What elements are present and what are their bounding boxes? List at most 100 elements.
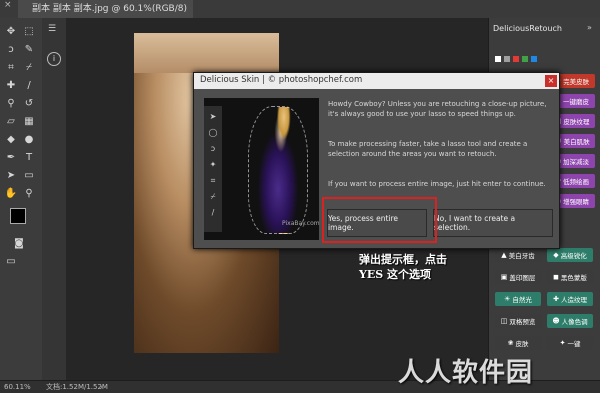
example-eyedropper-icon: ⌿ (210, 192, 216, 201)
retouch-grid-label: 一键 (567, 340, 581, 348)
blur-tool-icon[interactable]: ◆ (4, 132, 18, 146)
sun-icon: ☀ (504, 295, 511, 303)
pen-tool-icon[interactable]: ✒ (4, 150, 18, 164)
retouch-button-label: 美白肌肤 (563, 138, 590, 146)
example-lasso-icon: ↄ (210, 144, 216, 153)
annotation-line-1: 弹出提示框，点击 (359, 253, 447, 266)
example-crop-icon: ⌗ (210, 176, 216, 185)
dodge-tool-icon[interactable]: ● (22, 132, 36, 146)
dialog-titlebar: Delicious Skin | © photoshopchef.com × (194, 73, 559, 89)
retouch-button-label: 增强眼睛 (563, 198, 590, 206)
info-icon[interactable]: i (47, 52, 61, 66)
zoom-tool-icon[interactable]: ⚲ (22, 186, 36, 200)
document-tab[interactable]: 副本 副本 副本.jpg @ 60.1%(RGB/8) (18, 0, 194, 18)
retouch-grid-label: 皮肤 (515, 340, 529, 348)
swatch-green[interactable] (522, 56, 528, 62)
swatch-row (495, 56, 537, 62)
retouch-grid-label: 黑色蒙版 (560, 274, 587, 282)
quick-select-tool-icon[interactable]: ✎ (22, 42, 36, 56)
dialog-close-button[interactable]: × (545, 75, 557, 87)
document-tab-bar: × 副本 副本 副本.jpg @ 60.1%(RGB/8) (0, 0, 600, 19)
swatch-red[interactable] (513, 56, 519, 62)
stamp-icon: ▣ (500, 273, 508, 281)
retouch-grid-label: 自然光 (512, 296, 532, 304)
sharpen-icon: ◆ (553, 251, 559, 259)
screen-mode-icon[interactable]: ▭ (4, 254, 18, 268)
image-credit: PixaBay.com (282, 220, 320, 227)
skin-icon: ❀ (507, 339, 514, 347)
retouch-grid-button[interactable]: ▲ 美白牙齿 (495, 248, 541, 262)
retouch-grid-button[interactable]: ☻ 人像色调 (547, 314, 593, 328)
retouch-grid-label: 高级锐化 (560, 252, 587, 260)
example-brush-icon: / (211, 208, 215, 217)
retouch-grid-button[interactable]: ✦ 一键 (547, 336, 593, 350)
brush-tool-icon[interactable]: / (22, 78, 36, 92)
panel-title: DeliciousRetouch (493, 24, 562, 33)
type-tool-icon[interactable]: T (22, 150, 36, 164)
marquee-tool-icon[interactable]: ⬚ (22, 24, 36, 38)
dialog-paragraph-2: To make processing faster, take a lasso … (328, 140, 528, 158)
retouch-grid-button[interactable]: ◫ 双格预览 (495, 314, 541, 328)
clone-stamp-tool-icon[interactable]: ⚲ (4, 96, 18, 110)
retouch-grid-button[interactable]: ✚ 人造纹理 (547, 292, 593, 306)
document-size: 文档:1.52M/1.52M (46, 383, 108, 391)
history-brush-tool-icon[interactable]: ↺ (22, 96, 36, 110)
swatch-white[interactable] (495, 56, 501, 62)
retouch-grid-label: 盖印图层 (509, 274, 536, 282)
eraser-tool-icon[interactable]: ▱ (4, 114, 18, 128)
panel-collapse-icon[interactable]: » (587, 23, 592, 32)
healing-tool-icon[interactable]: ✚ (4, 78, 18, 92)
retouch-grid-button[interactable]: ▣ 盖印图层 (495, 270, 541, 284)
retouch-grid-label: 人像色调 (561, 318, 588, 326)
model-photo (248, 106, 308, 234)
retouch-grid-button[interactable]: ☀ 自然光 (495, 292, 541, 306)
history-icon[interactable]: ☰ (48, 24, 56, 34)
retouch-button-label: 皮肤纹理 (563, 118, 590, 126)
foreground-color-swatch[interactable] (10, 208, 26, 224)
retouch-button-label: 完美皮肤 (563, 78, 590, 86)
annotation-line-2: YES 这个选项 (359, 268, 432, 281)
eyedropper-tool-icon[interactable]: ⌿ (22, 60, 36, 74)
example-toolbar: ➤ ◯ ↄ ✦ ⌗ ⌿ / (204, 106, 222, 232)
retouch-grid-label: 美白牙齿 (508, 252, 535, 260)
swatch-blue[interactable] (531, 56, 537, 62)
retouch-button-label: 加深减淡 (563, 158, 590, 166)
gradient-tool-icon[interactable]: ▦ (22, 114, 36, 128)
tooth-icon: ▲ (501, 251, 507, 259)
move-tool-icon[interactable]: ✥ (4, 24, 18, 38)
status-arrow-icon[interactable]: › (100, 381, 103, 393)
example-wand-icon: ✦ (209, 160, 217, 169)
retouch-grid-label: 人造纹理 (560, 296, 587, 304)
cross-icon: ✚ (553, 295, 559, 303)
hand-tool-icon[interactable]: ✋ (4, 186, 18, 200)
crop-tool-icon[interactable]: ⌗ (4, 60, 18, 74)
dialog-paragraph-1: Howdy Cowboy? Unless you are retouching … (328, 100, 547, 118)
lasso-tool-icon[interactable]: ↄ (4, 42, 18, 56)
tools-panel: ✥ ⬚ ↄ ✎ ⌗ ⌿ ✚ / ⚲ ↺ ▱ ▦ ◆ ● ✒ T ➤ ▭ ✋ ⚲ … (0, 18, 43, 380)
retouch-button-label: 一键磨皮 (562, 98, 589, 106)
retouch-grid-label: 双格预览 (509, 318, 536, 326)
no-create-selection-button[interactable]: No, I want to create a selection. (433, 209, 553, 237)
zoom-level[interactable]: 60.11% (4, 381, 31, 393)
collapsed-panels-strip: ☰ i (42, 18, 67, 380)
swatch-gray[interactable] (504, 56, 510, 62)
retouch-grid-button[interactable]: ❀ 皮肤 (495, 336, 541, 350)
retouch-grid-button[interactable]: ◆ 高级锐化 (547, 248, 593, 262)
retouch-grid-button[interactable]: ◼ 黑色蒙版 (547, 270, 593, 284)
mask-icon: ◼ (553, 273, 559, 281)
example-move-icon: ➤ (209, 112, 217, 121)
shape-tool-icon[interactable]: ▭ (22, 168, 36, 182)
lasso-example-image: ➤ ◯ ↄ ✦ ⌗ ⌿ / PixaBay.com (204, 98, 320, 240)
dialog-paragraph-3: If you want to process entire image, jus… (328, 180, 546, 188)
quick-mask-icon[interactable]: ◙ (12, 236, 26, 250)
tab-close-icon[interactable]: × (4, 0, 12, 10)
site-watermark: 人人软件园 (398, 358, 534, 388)
highlight-box (322, 197, 437, 243)
portrait-icon: ☻ (552, 317, 560, 325)
compare-icon: ◫ (500, 317, 508, 325)
retouch-button-label: 低频绘画 (562, 178, 589, 186)
wand-icon: ✦ (559, 339, 566, 347)
example-marquee-icon: ◯ (208, 128, 218, 137)
photo-skin-area (134, 33, 279, 73)
path-select-tool-icon[interactable]: ➤ (4, 168, 18, 182)
